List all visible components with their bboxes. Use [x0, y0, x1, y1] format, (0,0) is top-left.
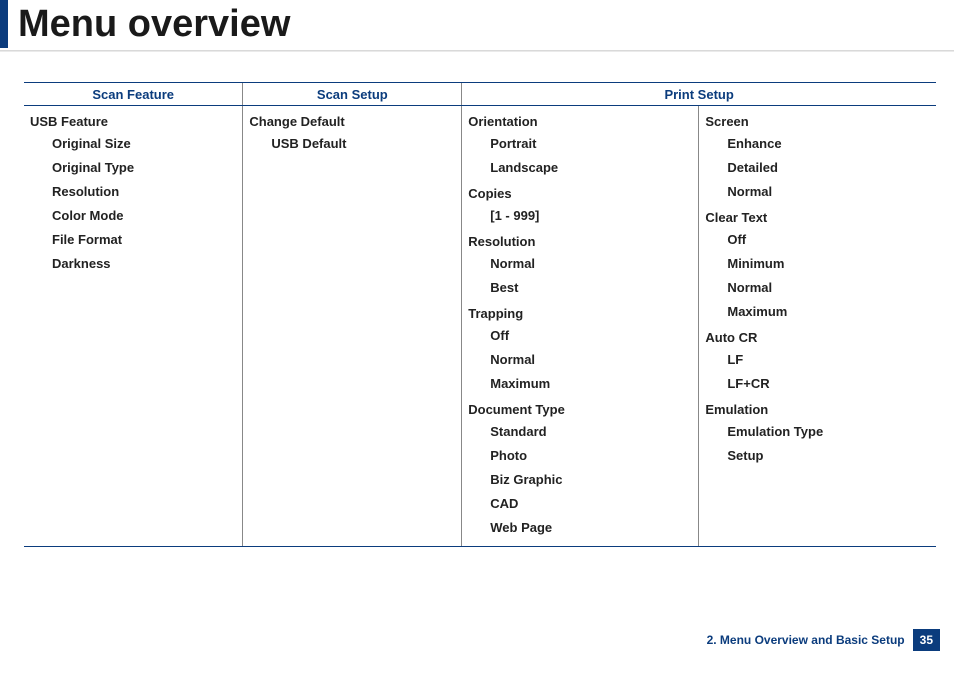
ps-trapping-opt: Maximum [490, 372, 690, 396]
title-accent [0, 0, 8, 48]
ps-copies: Copies [1 - 999] [468, 182, 690, 230]
ps-resolution: Resolution Normal Best [468, 230, 690, 302]
col-header-scan-feature: Scan Feature [24, 83, 243, 106]
footer-page-number: 35 [913, 629, 940, 651]
ps-clear-text-opt: Off [727, 228, 928, 252]
scan-feature-group-label: USB Feature [30, 114, 108, 129]
ps-copies-range: [1 - 999] [490, 204, 690, 228]
ps-trapping-opt: Off [490, 324, 690, 348]
ps-clear-text: Clear Text Off Minimum Normal Maximum [705, 206, 928, 326]
ps-clear-text-opt: Minimum [727, 252, 928, 276]
ps-doc-type-opt: Web Page [490, 516, 690, 540]
ps-emulation: Emulation Emulation Type Setup [705, 398, 928, 470]
ps-doc-type-opt: CAD [490, 492, 690, 516]
scan-feature-item: Original Type [52, 156, 234, 180]
ps-resolution-opt: Normal [490, 252, 690, 276]
col-header-print-setup: Print Setup [462, 83, 936, 106]
ps-screen-opt: Detailed [727, 156, 928, 180]
ps-screen-opt: Enhance [727, 132, 928, 156]
ps-clear-text-opt: Normal [727, 276, 928, 300]
ps-doc-type-opt: Biz Graphic [490, 468, 690, 492]
ps-doc-type: Document Type Standard Photo Biz Graphic… [468, 398, 690, 542]
scan-feature-group: USB Feature Original Size Original Type … [30, 110, 234, 278]
ps-doc-type-label: Document Type [468, 402, 565, 417]
ps-screen-label: Screen [705, 114, 748, 129]
ps-emulation-opt: Emulation Type [727, 420, 928, 444]
ps-doc-type-opt: Photo [490, 444, 690, 468]
footer-chapter: 2. Menu Overview and Basic Setup [699, 629, 913, 651]
ps-copies-label: Copies [468, 186, 511, 201]
title-divider [0, 50, 954, 52]
col-header-scan-setup: Scan Setup [243, 83, 462, 106]
ps-resolution-opt: Best [490, 276, 690, 300]
page-footer: 2. Menu Overview and Basic Setup 35 [699, 629, 940, 651]
ps-screen: Screen Enhance Detailed Normal [705, 110, 928, 206]
scan-feature-item: Original Size [52, 132, 234, 156]
scan-feature-item: Color Mode [52, 204, 234, 228]
ps-trapping: Trapping Off Normal Maximum [468, 302, 690, 398]
scan-setup-group-label: Change Default [249, 114, 344, 129]
ps-clear-text-label: Clear Text [705, 210, 767, 225]
page-title: Menu overview [18, 0, 290, 48]
ps-emulation-label: Emulation [705, 402, 768, 417]
cell-print-setup-left: Orientation Portrait Landscape Copies [1… [462, 106, 699, 547]
scan-setup-group: Change Default USB Default [249, 110, 453, 158]
scan-setup-item: USB Default [271, 132, 453, 156]
ps-orientation: Orientation Portrait Landscape [468, 110, 690, 182]
ps-auto-cr-opt: LF [727, 348, 928, 372]
ps-emulation-opt: Setup [727, 444, 928, 468]
cell-scan-feature: USB Feature Original Size Original Type … [24, 106, 243, 547]
ps-orientation-opt: Landscape [490, 156, 690, 180]
ps-doc-type-opt: Standard [490, 420, 690, 444]
ps-orientation-label: Orientation [468, 114, 537, 129]
scan-feature-item: Darkness [52, 252, 234, 276]
ps-clear-text-opt: Maximum [727, 300, 928, 324]
ps-auto-cr-opt: LF+CR [727, 372, 928, 396]
ps-trapping-label: Trapping [468, 306, 523, 321]
ps-auto-cr-label: Auto CR [705, 330, 757, 345]
scan-feature-item: Resolution [52, 180, 234, 204]
ps-resolution-label: Resolution [468, 234, 535, 249]
menu-table: Scan Feature Scan Setup Print Setup USB … [24, 82, 936, 547]
ps-trapping-opt: Normal [490, 348, 690, 372]
ps-orientation-opt: Portrait [490, 132, 690, 156]
cell-scan-setup: Change Default USB Default [243, 106, 462, 547]
ps-auto-cr: Auto CR LF LF+CR [705, 326, 928, 398]
scan-feature-item: File Format [52, 228, 234, 252]
cell-print-setup-right: Screen Enhance Detailed Normal Clear Tex… [699, 106, 936, 547]
ps-screen-opt: Normal [727, 180, 928, 204]
